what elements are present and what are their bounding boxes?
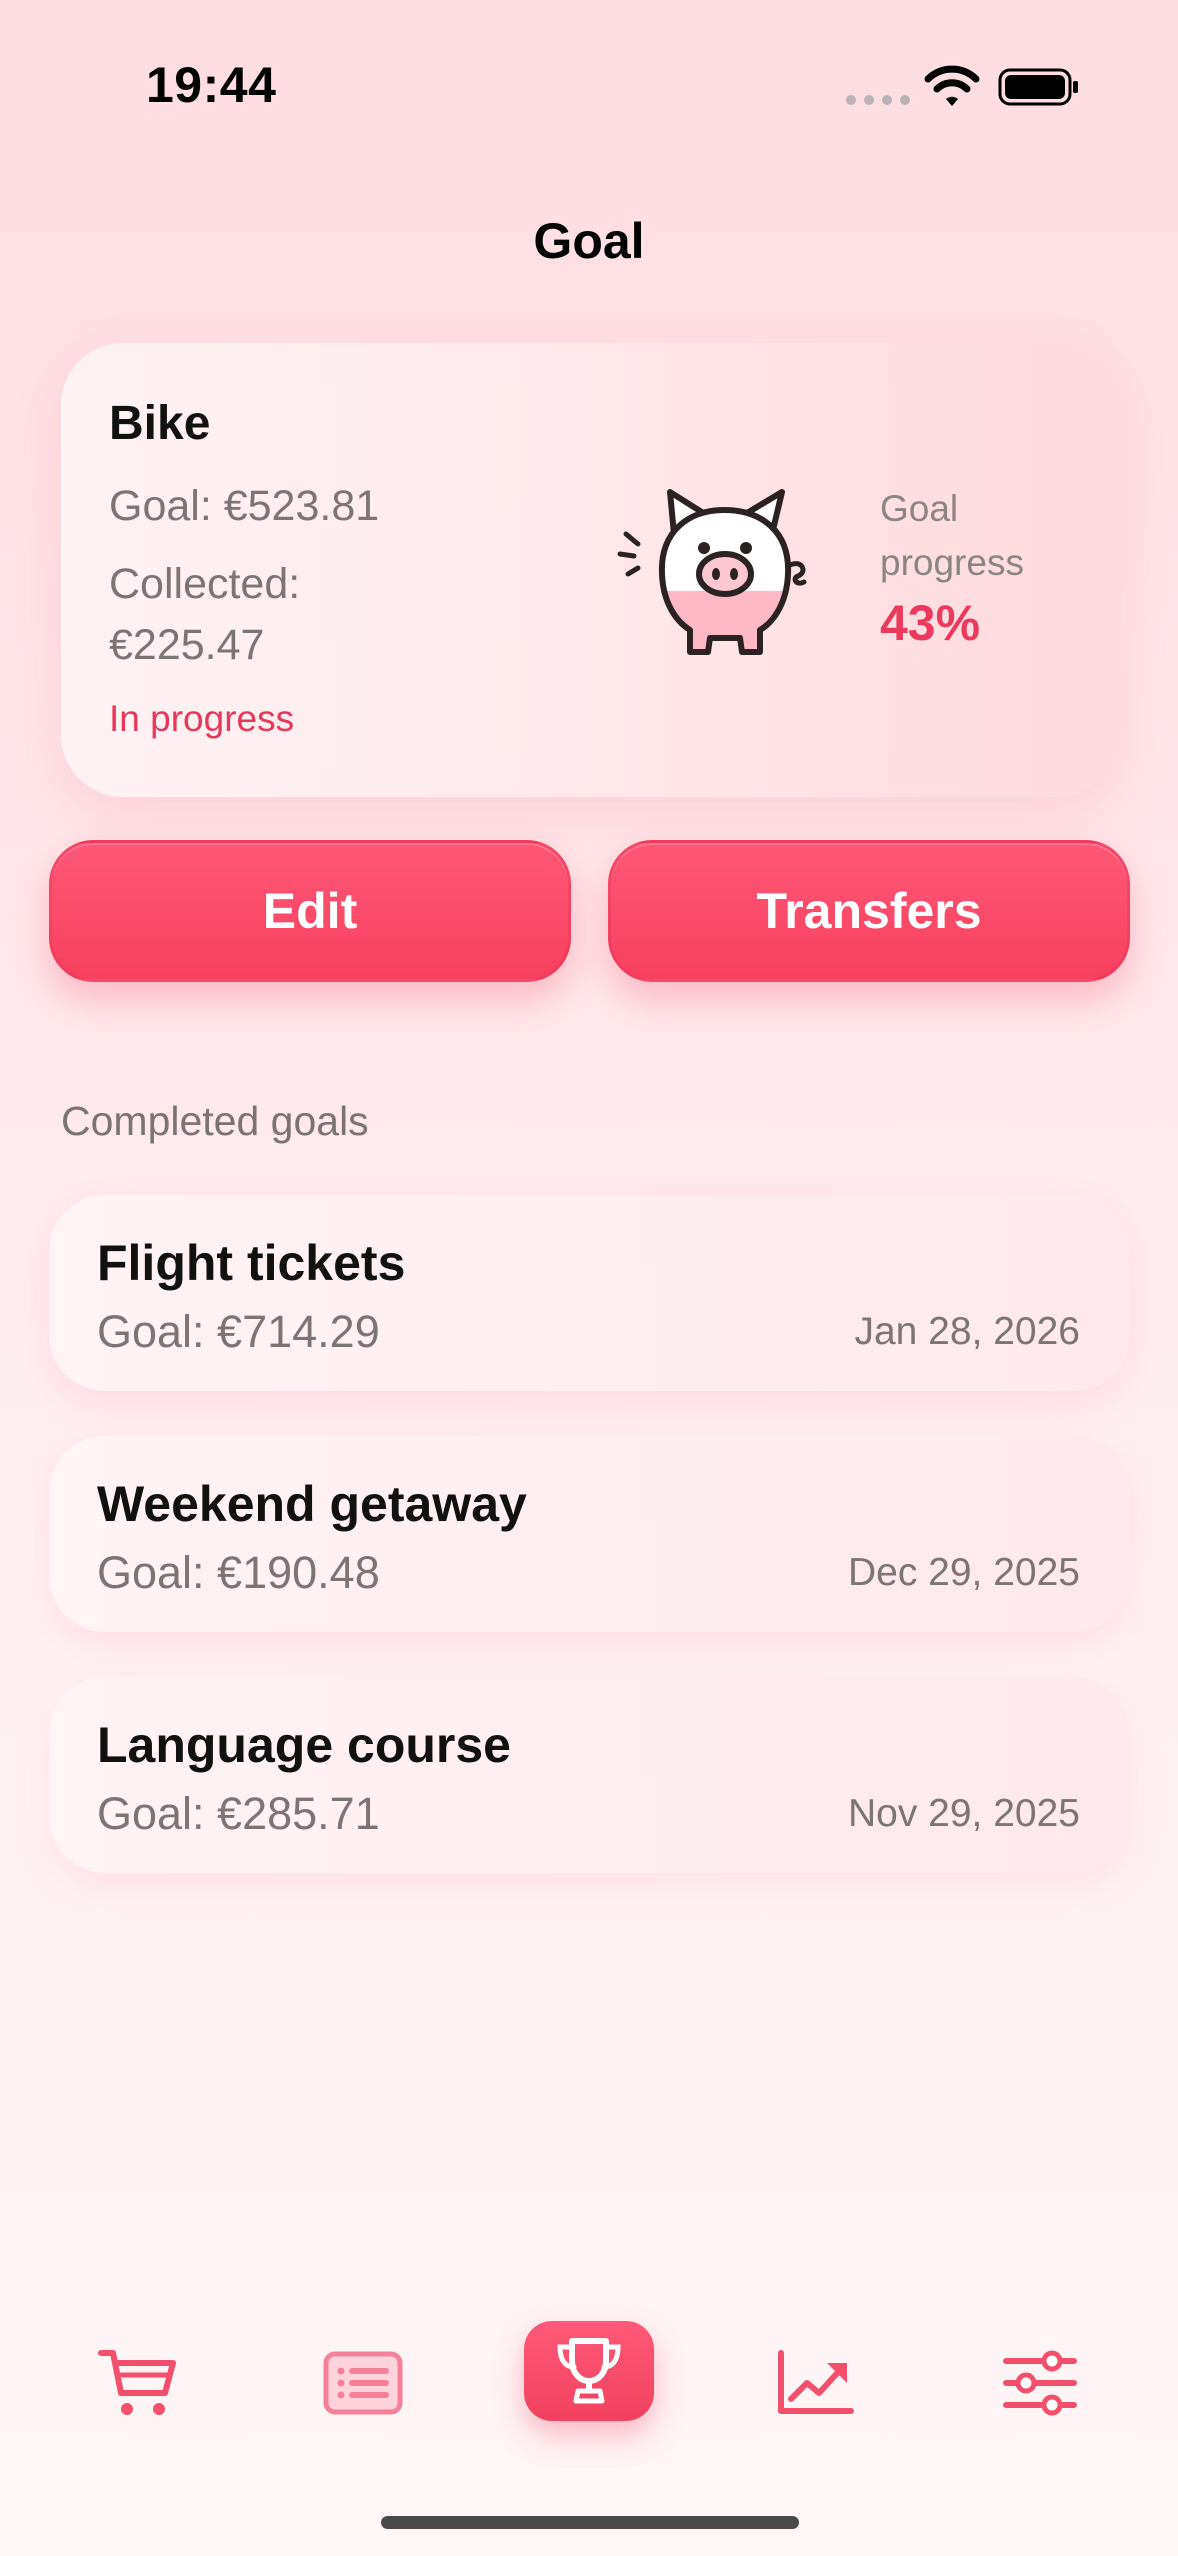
page-title: Goal (533, 213, 645, 269)
status-badge: In progress (109, 698, 295, 739)
completed-goal-card[interactable] (49, 1436, 1130, 1632)
goal-name: Bike (109, 397, 211, 450)
home-indicator[interactable] (381, 2516, 799, 2529)
tab-list[interactable] (320, 2338, 406, 2428)
completed-goal-name: Weekend getaway (97, 1476, 527, 1532)
completed-goal-amount: Goal: €285.71 (97, 1788, 380, 1839)
piggy-bank-icon (617, 489, 807, 655)
tab-shopping[interactable] (95, 2338, 181, 2428)
tab-goals[interactable] (524, 2321, 654, 2421)
tab-settings[interactable] (997, 2338, 1083, 2428)
battery-icon (998, 68, 1078, 106)
completed-goal-amount: Goal: €190.48 (97, 1547, 380, 1598)
completed-goals-heading: Completed goals (61, 1098, 369, 1144)
list-icon (323, 2351, 403, 2415)
completed-goal-card[interactable] (49, 1195, 1130, 1391)
completed-goal-date: Jan 28, 2026 (854, 1310, 1080, 1353)
sliders-icon (1003, 2350, 1077, 2416)
transfers-button[interactable]: Transfers (608, 840, 1130, 982)
chart-icon (778, 2350, 854, 2414)
wifi-icon (924, 65, 980, 106)
completed-goal-name: Language course (97, 1717, 511, 1773)
goal-amount: Goal: €523.81 (109, 482, 380, 530)
trophy-icon (557, 2338, 621, 2404)
cart-icon (98, 2350, 176, 2415)
edit-button[interactable]: Edit (49, 840, 571, 982)
goal-progress-label-line2: progress (880, 542, 1024, 583)
collected-label: Collected: (109, 560, 301, 608)
goal-progress-label: Goal progress (880, 482, 1080, 590)
tab-statistics[interactable] (772, 2338, 858, 2428)
goal-progress-label-line1: Goal (880, 488, 959, 529)
status-time: 19:44 (146, 57, 277, 113)
completed-goal-date: Dec 29, 2025 (847, 1551, 1080, 1594)
completed-goal-date: Nov 29, 2025 (847, 1792, 1080, 1835)
completed-goal-amount: Goal: €714.29 (97, 1306, 380, 1357)
goal-progress-percent: 43% (880, 595, 981, 651)
completed-goal-card[interactable] (49, 1677, 1130, 1873)
cellular-signal-icon (846, 95, 910, 105)
completed-goal-name: Flight tickets (97, 1235, 406, 1291)
collected-amount: €225.47 (109, 621, 265, 669)
